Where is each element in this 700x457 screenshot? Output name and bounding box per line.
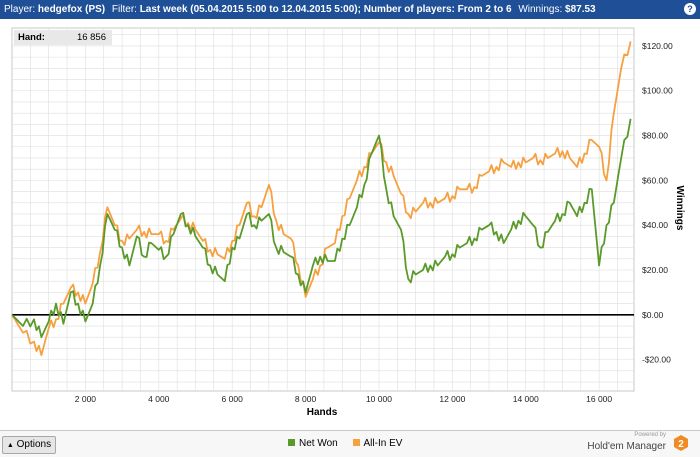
y-tick-label: -$20.00: [642, 355, 671, 365]
y-tick-label: $120.00: [642, 41, 673, 51]
x-tick-label: 16 000: [586, 394, 612, 404]
y-tick-label: $40.00: [642, 220, 668, 230]
y-tick-label: $20.00: [642, 265, 668, 275]
brand-name: Hold'em Manager: [587, 441, 666, 452]
winnings-label: Winnings:: [518, 4, 563, 15]
help-icon[interactable]: ?: [684, 3, 696, 15]
player-value: hedgefox (PS): [37, 4, 106, 15]
powered-by-text: Powered by: [634, 432, 666, 438]
y-tick-label: $0.00: [642, 310, 664, 320]
x-axis-label: Hands: [307, 407, 338, 418]
hm2-logo-icon: 2: [674, 435, 688, 451]
bottom-bar: ▲ Options Net Won All-In EV Powered by H…: [0, 430, 700, 457]
y-tick-label: $60.00: [642, 175, 668, 185]
brand: Powered by Hold'em Manager 2: [584, 431, 694, 457]
hand-value: 16 856: [76, 32, 106, 43]
caret-up-icon: ▲: [6, 442, 14, 449]
plot-area: [11, 27, 635, 392]
x-tick-label: 14 000: [513, 394, 539, 404]
x-tick-label: 12 000: [439, 394, 465, 404]
filter-label: Filter:: [111, 4, 137, 15]
legend-label-all-in-ev: All-In EV: [363, 438, 403, 449]
graph-panel: -$20.00 $0.00 $20.00 $40.00 $60.00 $80.00 $100…: [0, 19, 700, 456]
x-tick-label: 6 000: [222, 394, 244, 404]
y-axis-label: Winnings: [674, 186, 685, 231]
x-tick-label: 4 000: [148, 394, 170, 404]
logo-text: 2: [678, 439, 684, 450]
winnings-chart: -$20.00 $0.00 $20.00 $40.00 $60.00 $80.00 $100…: [11, 27, 685, 418]
filter-value: Last week (05.04.2015 5:00 to 12.04.2015…: [139, 4, 512, 15]
options-label: Options: [16, 439, 52, 450]
hand-label: Hand:: [18, 32, 45, 43]
legend-label-net-won: Net Won: [299, 438, 338, 449]
legend: Net Won All-In EV: [288, 438, 402, 449]
player-label: Player:: [4, 4, 36, 15]
hand-readout: Hand: 16 856: [14, 30, 112, 45]
legend-swatch-all-in-ev: [352, 439, 360, 446]
y-tick-label: $80.00: [642, 131, 668, 141]
x-tick-label: 8 000: [295, 394, 317, 404]
legend-swatch-net-won: [288, 439, 295, 446]
title-bar: Player: hedgefox (PS) Filter: Last week …: [0, 0, 700, 19]
x-tick-label: 2 000: [75, 394, 97, 404]
winnings-value: $87.53: [565, 4, 596, 15]
options-button[interactable]: ▲ Options: [2, 436, 56, 454]
x-tick-label: 10 000: [366, 394, 392, 404]
y-tick-label: $100.00: [642, 86, 673, 96]
